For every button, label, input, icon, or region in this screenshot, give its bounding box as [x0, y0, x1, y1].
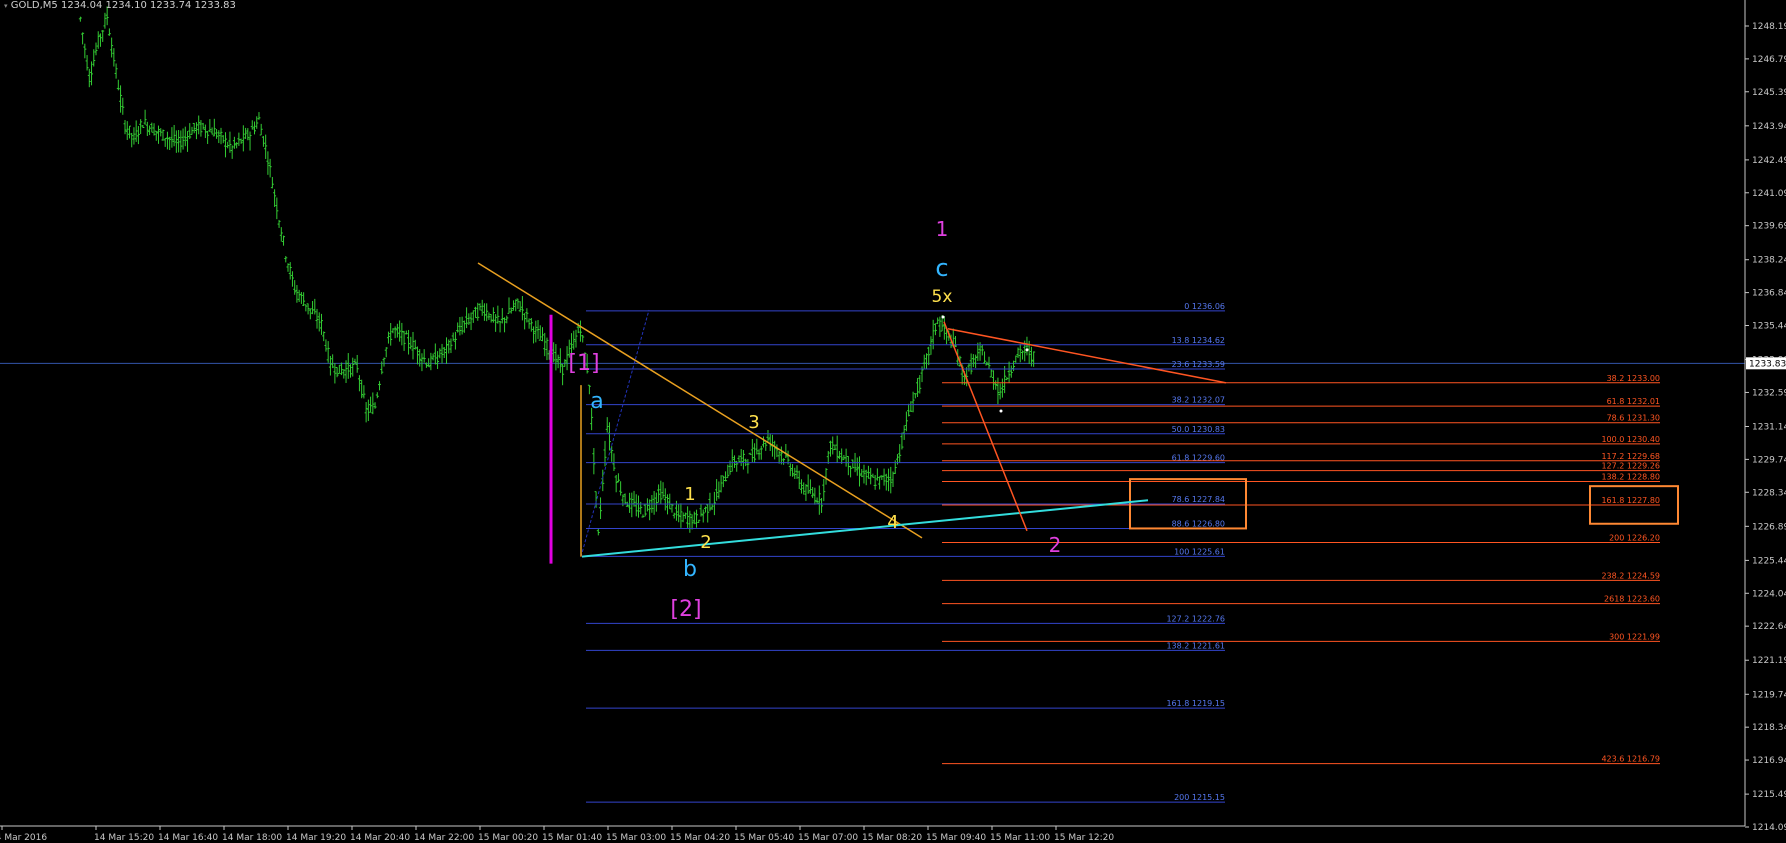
time-tick-label: 15 Mar 01:40 — [542, 833, 602, 843]
price-tick-label: 1241.09 — [1752, 189, 1786, 199]
candlestick-series — [78, 6, 1036, 536]
fib-blue-level-label: 127.2 1222.76 — [1166, 614, 1225, 623]
price-tick-label: 1219.74 — [1752, 690, 1786, 700]
price-axis: 1248.19 1246.79 1245.39 1243.94 1242.49 1241.… — [1744, 0, 1786, 833]
wave-label: 2 — [1049, 533, 1062, 557]
price-tick-label: 1218.34 — [1752, 723, 1786, 733]
wave-label: 2 — [700, 532, 711, 553]
fib-blue-level-label: 38.2 1232.07 — [1172, 396, 1225, 405]
price-tick-label: 1216.94 — [1752, 756, 1786, 766]
marker-dot — [1025, 348, 1029, 352]
price-tick-label: 1226.89 — [1752, 522, 1786, 532]
fibonacci-levels: 0 1236.06 13.8 1234.62 23.6 1233.59 38.2 12… — [586, 302, 1679, 803]
dropdown-arrow-icon[interactable]: ▾ — [4, 2, 8, 10]
fib-orange-level-label: 38.2 1233.00 — [1607, 374, 1660, 383]
time-tick-label: 15 Mar 08:20 — [862, 833, 922, 843]
price-tick-label: 1222.64 — [1752, 622, 1786, 632]
wave-label: a — [590, 389, 603, 414]
wave-label: 3 — [748, 412, 759, 433]
price-tick-label: 1246.79 — [1752, 55, 1786, 65]
fib-blue-level-label: 78.6 1227.84 — [1172, 495, 1225, 504]
fib-blue-level-label: 100 1225.61 — [1174, 547, 1225, 556]
time-tick-label: 14 Mar 15:20 — [94, 833, 154, 843]
chart-header: ▾ GOLD,M5 1234.04 1234.10 1233.74 1233.8… — [4, 0, 236, 11]
fib-orange-level-label: 61.8 1232.01 — [1607, 397, 1660, 406]
fib-orange-level-label: 78.6 1231.30 — [1607, 414, 1660, 423]
time-tick-label: 15 Mar 07:00 — [798, 833, 858, 843]
fib-orange-level-label: 423.6 1216.79 — [1601, 755, 1660, 764]
yellow-downtrend-line — [477, 262, 923, 539]
fib-blue-level-label: 88.6 1226.80 — [1172, 519, 1225, 528]
marker-dot — [999, 409, 1003, 413]
price-tick-label: 1221.19 — [1752, 656, 1786, 666]
wave-label: 4 — [887, 512, 898, 533]
marker-dot — [941, 315, 945, 319]
fib-blue-level-label: 0 1236.06 — [1184, 302, 1225, 311]
price-tick-label: 1243.94 — [1752, 122, 1786, 132]
fib-orange-level-label: 238.2 1224.59 — [1601, 571, 1660, 580]
wave-label: b — [683, 557, 697, 582]
price-tick-label: 1248.19 — [1752, 22, 1786, 32]
time-tick-label: 14 Mar 22:00 — [414, 833, 474, 843]
price-tick-label: 1215.49 — [1752, 790, 1786, 800]
time-tick-label: 14 Mar 16:40 — [158, 833, 218, 843]
time-tick-label: 15 Mar 04:20 — [670, 833, 730, 843]
fib-blue-level-label: 50.0 1230.83 — [1172, 425, 1225, 434]
price-tick-label: 1214.09 — [1752, 823, 1786, 833]
price-tick-label: 1245.39 — [1752, 88, 1786, 98]
time-tick-label: 14 Mar 20:40 — [350, 833, 410, 843]
price-tick-label: 1235.44 — [1752, 321, 1786, 331]
wave-label: c — [935, 254, 948, 282]
fib-orange-level-label: 161.8 1227.80 — [1601, 496, 1660, 505]
fib-orange-level-label: 2618 1223.60 — [1604, 595, 1660, 604]
current-price-label: 1233.83 — [1749, 359, 1786, 369]
time-tick-label: 14 Mar 19:20 — [286, 833, 346, 843]
fib-blue-level-label: 61.8 1229.60 — [1172, 454, 1225, 463]
fib-blue-level-label: 161.8 1219.15 — [1166, 699, 1225, 708]
wave-label: [2] — [670, 597, 701, 622]
symbol-label: GOLD,M5 — [10, 0, 58, 11]
price-chart[interactable]: 0 1236.06 13.8 1234.62 23.6 1233.59 38.2 12… — [0, 0, 1786, 843]
wave-labels: 1 c 5x [1] a 3 1 2 4 b [2] 2 — [568, 217, 1061, 622]
price-tick-label: 1232.59 — [1752, 388, 1786, 398]
time-tick-label: 15 Mar 03:00 — [606, 833, 666, 843]
fib-orange-level-label: 138.2 1228.80 — [1601, 472, 1660, 481]
fib-blue-level-label: 23.6 1233.59 — [1172, 360, 1225, 369]
time-tick-label: 14 Mar 18:00 — [222, 833, 282, 843]
fib-orange-level-label: 200 1226.20 — [1609, 534, 1660, 543]
fib-orange-level-label: 127.2 1229.26 — [1601, 462, 1660, 471]
time-tick-label: 14 Mar 2016 — [0, 833, 47, 843]
ohlc-values: 1234.04 1234.10 1233.74 1233.83 — [60, 0, 236, 11]
time-tick-label: 15 Mar 12:20 — [1054, 833, 1114, 843]
time-tick-label: 15 Mar 09:40 — [926, 833, 986, 843]
fib-blue-level-label: 138.2 1221.61 — [1166, 641, 1225, 650]
price-tick-label: 1238.24 — [1752, 256, 1786, 266]
price-tick-label: 1229.74 — [1752, 455, 1786, 465]
fib-blue-level-label: 200 1215.15 — [1174, 793, 1225, 802]
price-tick-label: 1239.69 — [1752, 222, 1786, 232]
time-axis: 14 Mar 2016 14 Mar 15:20 14 Mar 16:40 14 Ma… — [0, 825, 1745, 843]
price-tick-label: 1224.04 — [1752, 589, 1786, 599]
time-tick-label: 15 Mar 05:40 — [734, 833, 794, 843]
time-tick-label: 15 Mar 00:20 — [478, 833, 538, 843]
fib-orange-level-label: 300 1221.99 — [1609, 632, 1660, 641]
time-tick-label: 15 Mar 11:00 — [990, 833, 1050, 843]
wave-label: 1 — [936, 217, 949, 241]
orange-fall-line — [943, 321, 1028, 532]
fib-blue-level-label: 13.8 1234.62 — [1172, 336, 1225, 345]
price-tick-label: 1225.44 — [1752, 556, 1786, 566]
price-tick-label: 1228.34 — [1752, 488, 1786, 498]
wave-label: 1 — [684, 484, 695, 505]
chart-root[interactable]: 0 1236.06 13.8 1234.62 23.6 1233.59 38.2 12… — [0, 0, 1786, 843]
wave-label: 5x — [932, 287, 953, 307]
price-tick-label: 1236.84 — [1752, 289, 1786, 299]
wave-label: [1] — [568, 351, 599, 376]
price-tick-label: 1231.14 — [1752, 423, 1786, 433]
fib-orange-level-label: 100.0 1230.40 — [1601, 435, 1660, 444]
fib-orange-level-label: 117.2 1229.68 — [1601, 452, 1660, 461]
price-tick-label: 1242.49 — [1752, 156, 1786, 166]
